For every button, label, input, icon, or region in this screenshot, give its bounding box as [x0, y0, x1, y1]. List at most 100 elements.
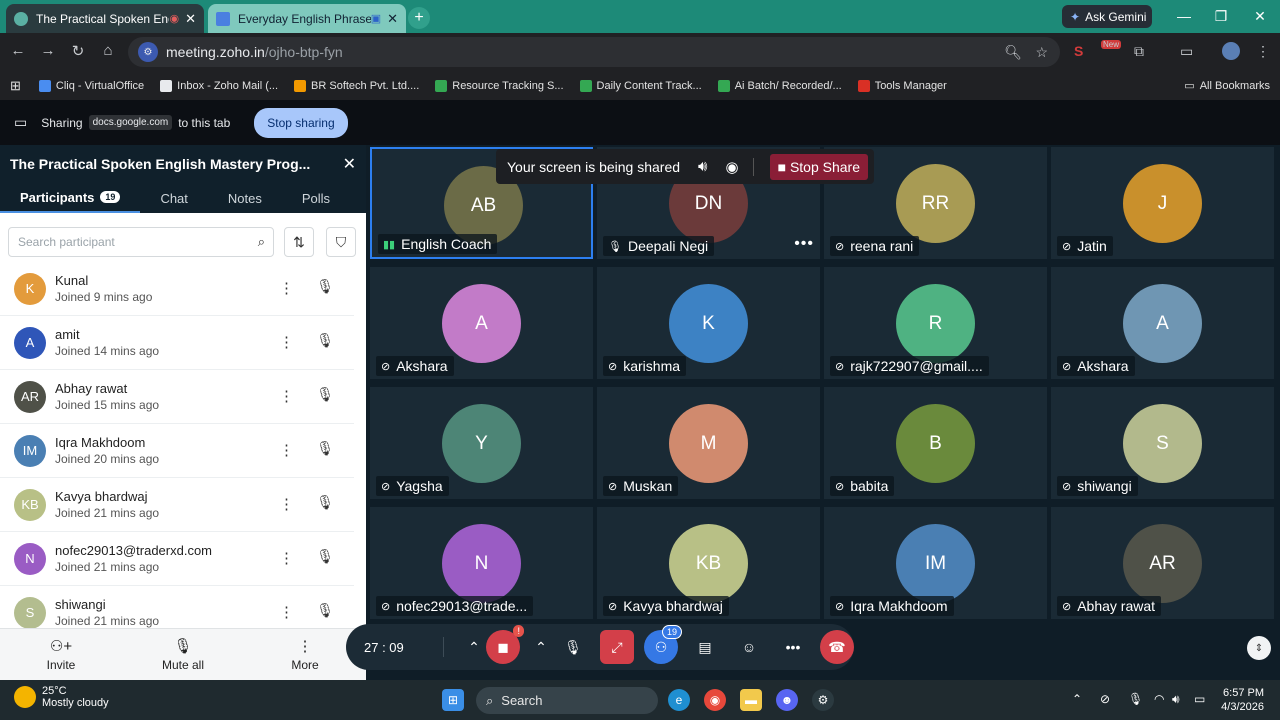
participant-video-tile[interactable]: Y ⊘ Yagsha [370, 387, 593, 499]
mic-tray-icon[interactable]: 🎙︎ [1128, 692, 1143, 706]
participant-video-tile[interactable]: M ⊘ Muskan [597, 387, 820, 499]
more-vertical-icon[interactable]: ⋮ [279, 279, 294, 297]
more-options-icon[interactable]: ••• [776, 630, 810, 664]
home-icon[interactable]: ⌂ [98, 42, 118, 59]
network-off-icon[interactable]: ⊘ [1100, 692, 1110, 706]
reactions-icon[interactable]: ☺ [732, 630, 766, 664]
bookmark-item[interactable]: Daily Content Track... [579, 79, 702, 92]
system-clock[interactable]: 6:57 PM 4/3/2026 [1221, 686, 1264, 714]
back-icon[interactable]: ← [8, 42, 28, 59]
participant-row[interactable]: KB Kavya bhardwaj Joined 21 mins ago ⋮ 🎙︎ [0, 478, 354, 532]
more-vertical-icon[interactable]: ⋮ [279, 549, 294, 567]
participant-video-tile[interactable]: KB ⊘ Kavya bhardwaj [597, 507, 820, 619]
stop-share-button[interactable]: ■ Stop Share [769, 153, 869, 180]
bookmark-star-icon[interactable]: ☆ [1035, 44, 1048, 61]
chat-icon[interactable]: ▤ [688, 630, 722, 664]
battery-icon[interactable]: ▭ [1194, 692, 1205, 706]
mic-muted-icon[interactable]: 🎙︎ [316, 386, 334, 403]
all-bookmarks[interactable]: ▭ All Bookmarks [1184, 79, 1270, 93]
address-bar[interactable]: ⚙ meeting.zoho.in/ojho-btp-fyn 🔍︎ ☆ [128, 37, 1060, 67]
bookmark-item[interactable]: Tools Manager [857, 79, 947, 92]
participant-video-tile[interactable]: J ⊘ Jatin [1051, 147, 1274, 259]
more-vertical-icon[interactable]: ⋮ [279, 495, 294, 513]
tab-zoho-meeting[interactable]: The Practical Spoken English ◉ ✕ [6, 4, 204, 33]
share-screen-button[interactable]: ⤢ [600, 630, 634, 664]
apps-grid-icon[interactable]: ⊞ [10, 78, 21, 94]
bookmark-item[interactable]: Resource Tracking S... [435, 79, 564, 92]
audio-options-chevron-icon[interactable]: ⌃ [526, 630, 556, 664]
participant-video-tile[interactable]: B ⊘ babita [824, 387, 1047, 499]
participant-row[interactable]: AR Abhay rawat Joined 15 mins ago ⋮ 🎙︎ [0, 370, 354, 424]
extensions-icon[interactable]: ⧉ [1134, 43, 1144, 60]
tab-chat[interactable]: Chat [140, 183, 207, 213]
scroll-toggle-icon[interactable]: ⇕ [1247, 636, 1271, 660]
tab-google-docs[interactable]: Everyday English Phrases - ▣ ✕ [208, 4, 406, 33]
edge-icon[interactable]: e [668, 689, 690, 711]
mic-muted-icon[interactable]: 🎙︎ [316, 494, 334, 511]
participant-video-tile[interactable]: AR ⊘ Abhay rawat [1051, 507, 1274, 619]
participant-row[interactable]: Aamit Joined 14 mins ago ⋮ 🎙︎ [0, 316, 354, 370]
participant-row[interactable]: K Kunal Joined 9 mins ago ⋮ 🎙︎ [0, 262, 354, 316]
participant-row[interactable]: Nnofec29013@traderxd.com Joined 21 mins a… [0, 532, 354, 586]
extension-s-icon[interactable]: S [1074, 43, 1083, 59]
tab-participants[interactable]: Participants 19 [0, 183, 141, 213]
mute-all-button[interactable]: 🎙︎ Mute all [122, 629, 244, 680]
mic-button[interactable]: 🎙︎ [556, 630, 590, 664]
settings-icon[interactable]: ⚙ [812, 689, 834, 711]
stop-sharing-button[interactable]: Stop sharing [254, 107, 348, 138]
new-tab-button[interactable]: + [408, 7, 430, 29]
restore-icon[interactable]: ❐ [1203, 0, 1239, 33]
close-panel-icon[interactable]: ✕ [343, 154, 356, 174]
zoom-icon[interactable]: 🔍︎ [1004, 44, 1022, 61]
mic-muted-icon[interactable]: 🎙︎ [316, 602, 334, 619]
sort-icon[interactable]: ⇅ [284, 227, 314, 257]
more-vertical-icon[interactable]: ⋮ [279, 441, 294, 459]
ask-gemini-button[interactable]: ✦ Ask Gemini [1062, 5, 1152, 28]
video-off-button[interactable]: ◼! [486, 625, 524, 664]
participant-video-tile[interactable]: K ⊘ karishma [597, 267, 820, 379]
end-call-button[interactable]: ☎ [820, 630, 854, 664]
reload-icon[interactable]: ↻ [68, 42, 88, 60]
weather-widget[interactable]: 25°C Mostly cloudy [14, 685, 109, 709]
profile-avatar[interactable] [1222, 42, 1240, 60]
tab-polls[interactable]: Polls [282, 183, 350, 213]
volume-icon[interactable]: 🔊︎ [1172, 692, 1180, 707]
bookmark-item[interactable]: BR Softech Pvt. Ltd.... [294, 79, 419, 92]
invite-button[interactable]: ⚇+ Invite [0, 629, 122, 680]
more-options-icon[interactable]: ••• [794, 235, 814, 253]
participant-video-tile[interactable]: S ⊘ shiwangi [1051, 387, 1274, 499]
taskbar-search[interactable]: ⌕ Search [476, 687, 658, 714]
more-vertical-icon[interactable]: ⋮ [279, 387, 294, 405]
participant-video-tile[interactable]: N ⊘ nofec29013@trade... [370, 507, 593, 619]
mic-muted-icon[interactable]: 🎙︎ [316, 332, 334, 349]
windows-start-icon[interactable]: ⊞ [442, 689, 464, 711]
participant-video-tile[interactable]: R ⊘ rajk722907@gmail.... [824, 267, 1047, 379]
speaker-icon[interactable]: 🔊︎ [698, 158, 707, 175]
bookmark-item[interactable]: Cliq - VirtualOffice [38, 79, 144, 92]
close-window-icon[interactable]: ✕ [1242, 0, 1278, 33]
discord-icon[interactable]: ☻ [776, 689, 798, 711]
chrome-icon[interactable]: ◉ [704, 689, 726, 711]
tray-chevron-icon[interactable]: ⌃ [1072, 692, 1082, 706]
new-extension-badge[interactable]: New [1101, 40, 1122, 49]
cast-icon[interactable]: ▭ [1180, 43, 1193, 60]
mic-muted-icon[interactable]: 🎙︎ [316, 278, 334, 295]
close-tab-icon[interactable]: ✕ [185, 11, 196, 27]
minimize-icon[interactable]: — [1166, 0, 1202, 33]
more-vertical-icon[interactable]: ⋮ [279, 333, 294, 351]
more-vertical-icon[interactable]: ⋮ [279, 603, 294, 621]
site-info-icon[interactable]: ⚙ [138, 42, 158, 62]
tab-notes[interactable]: Notes [208, 183, 282, 213]
participant-video-tile[interactable]: A ⊘ Akshara [1051, 267, 1274, 379]
bookmark-item[interactable]: Inbox - Zoho Mail (... [160, 79, 278, 92]
participant-video-tile[interactable]: A ⊘ Akshara [370, 267, 593, 379]
file-explorer-icon[interactable]: ▬ [740, 689, 762, 711]
wifi-icon[interactable]: ◠ [1154, 692, 1164, 706]
menu-kebab-icon[interactable]: ⋮ [1256, 43, 1270, 60]
mic-muted-icon[interactable]: 🎙︎ [316, 440, 334, 457]
mic-muted-icon[interactable]: 🎙︎ [316, 548, 334, 565]
search-icon[interactable]: ⌕ [258, 234, 265, 250]
participant-video-tile[interactable]: IM ⊘ Iqra Makhdoom [824, 507, 1047, 619]
forward-icon[interactable]: → [38, 42, 58, 59]
hide-eye-icon[interactable]: ◉ [726, 158, 739, 176]
